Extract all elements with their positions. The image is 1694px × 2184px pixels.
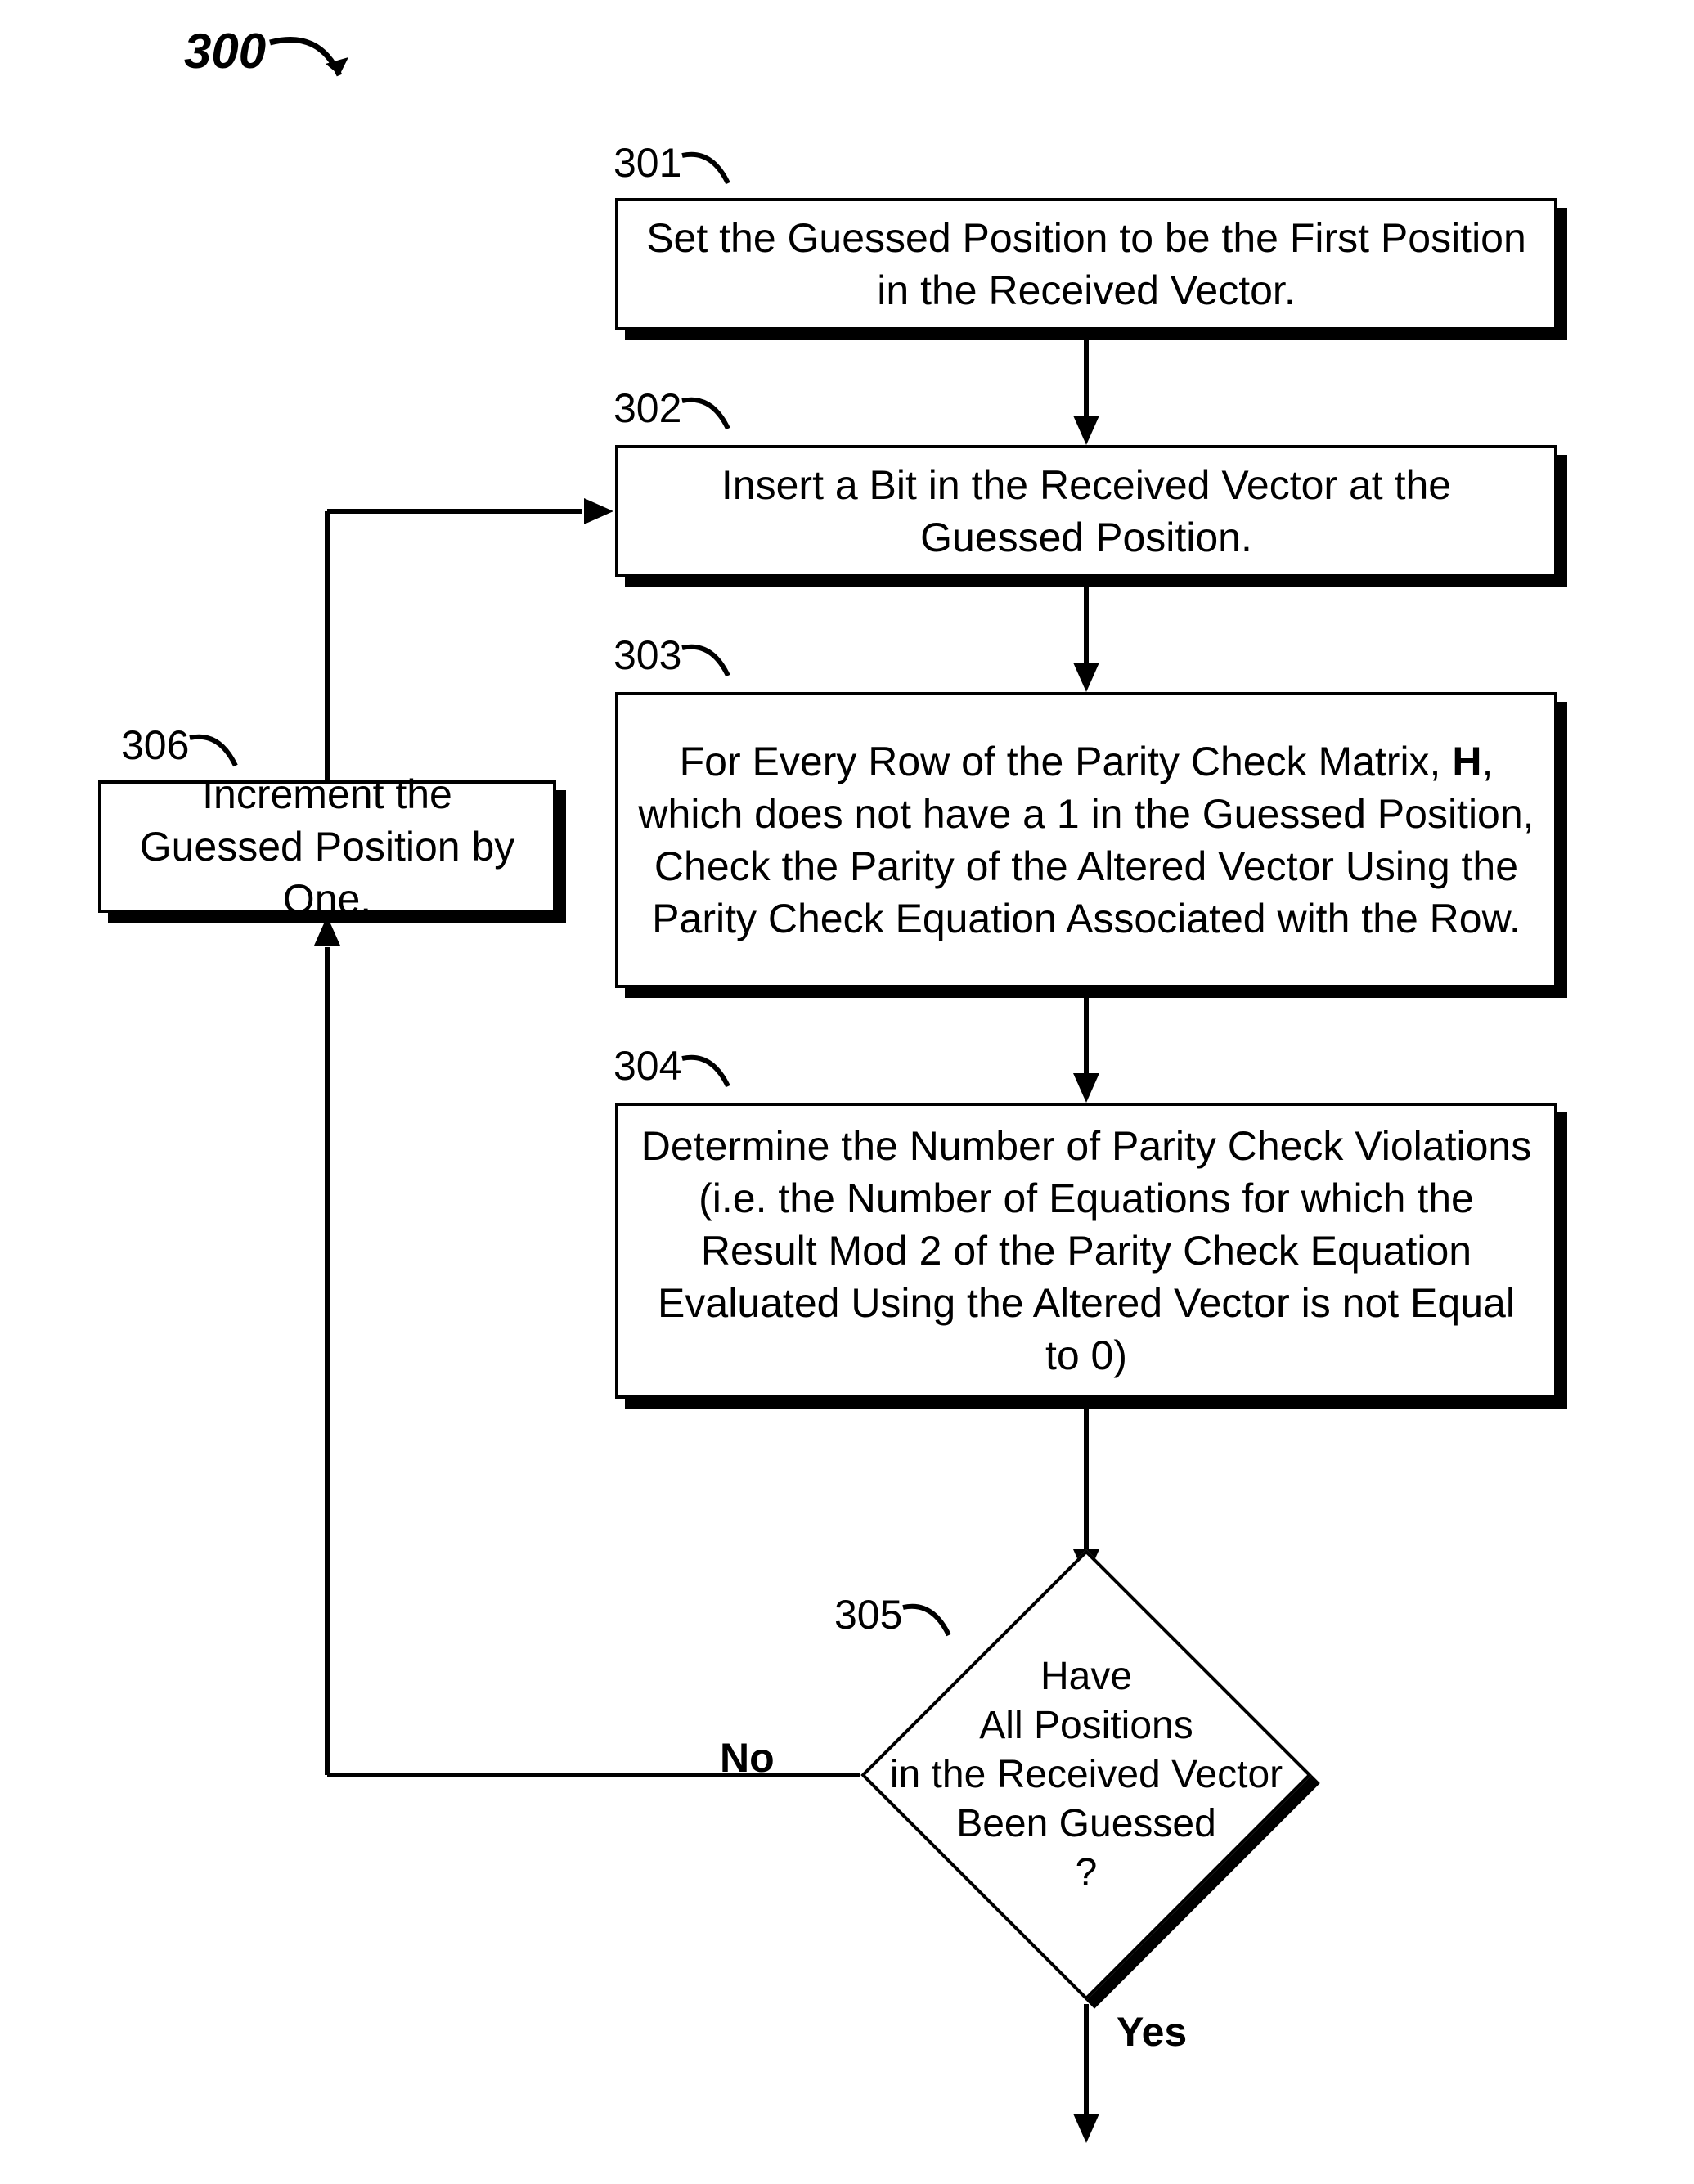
step-302-hook bbox=[679, 393, 744, 442]
figure-hook-arrow bbox=[262, 33, 368, 106]
step-304-hook bbox=[679, 1050, 744, 1099]
step-304-number: 304 bbox=[613, 1042, 681, 1090]
step-304-text: Determine the Number of Parity Check Vio… bbox=[636, 1120, 1536, 1382]
arrow-303-304 bbox=[1070, 988, 1103, 1103]
step-306-text: Increment the Guessed Position by One. bbox=[119, 768, 535, 925]
step-303-text-bold: H bbox=[1452, 739, 1481, 784]
step-304-box: Determine the Number of Parity Check Vio… bbox=[615, 1103, 1557, 1399]
step-305-number: 305 bbox=[834, 1591, 902, 1638]
step-303-number: 303 bbox=[613, 631, 681, 679]
edge-no-label: No bbox=[720, 1734, 775, 1782]
decision-305-text: Have All Positions in the Received Vecto… bbox=[857, 1652, 1315, 1898]
step-301-hook bbox=[679, 147, 744, 196]
step-302-box: Insert a Bit in the Received Vector at t… bbox=[615, 445, 1557, 577]
arrow-302-303 bbox=[1070, 577, 1103, 692]
step-306-box: Increment the Guessed Position by One. bbox=[98, 780, 556, 913]
step-302-text: Insert a Bit in the Received Vector at t… bbox=[636, 459, 1536, 564]
step-303-hook bbox=[679, 640, 744, 689]
step-301-number: 301 bbox=[613, 139, 681, 186]
figure-number: 300 bbox=[184, 23, 266, 79]
step-302-number: 302 bbox=[613, 384, 681, 432]
arrow-301-302 bbox=[1070, 330, 1103, 445]
step-303-text-pre: For Every Row of the Parity Check Matrix… bbox=[680, 739, 1453, 784]
step-306-number: 306 bbox=[121, 721, 189, 769]
edge-yes-label: Yes bbox=[1117, 2008, 1187, 2056]
step-303-box: For Every Row of the Parity Check Matrix… bbox=[615, 692, 1557, 988]
arrow-yes-out bbox=[1070, 2004, 1103, 2143]
step-301-box: Set the Guessed Position to be the First… bbox=[615, 198, 1557, 330]
step-303-text: For Every Row of the Parity Check Matrix… bbox=[636, 735, 1536, 945]
decision-305-wrap: Have All Positions in the Received Vecto… bbox=[927, 1616, 1246, 1935]
step-301-text: Set the Guessed Position to be the First… bbox=[636, 212, 1536, 317]
